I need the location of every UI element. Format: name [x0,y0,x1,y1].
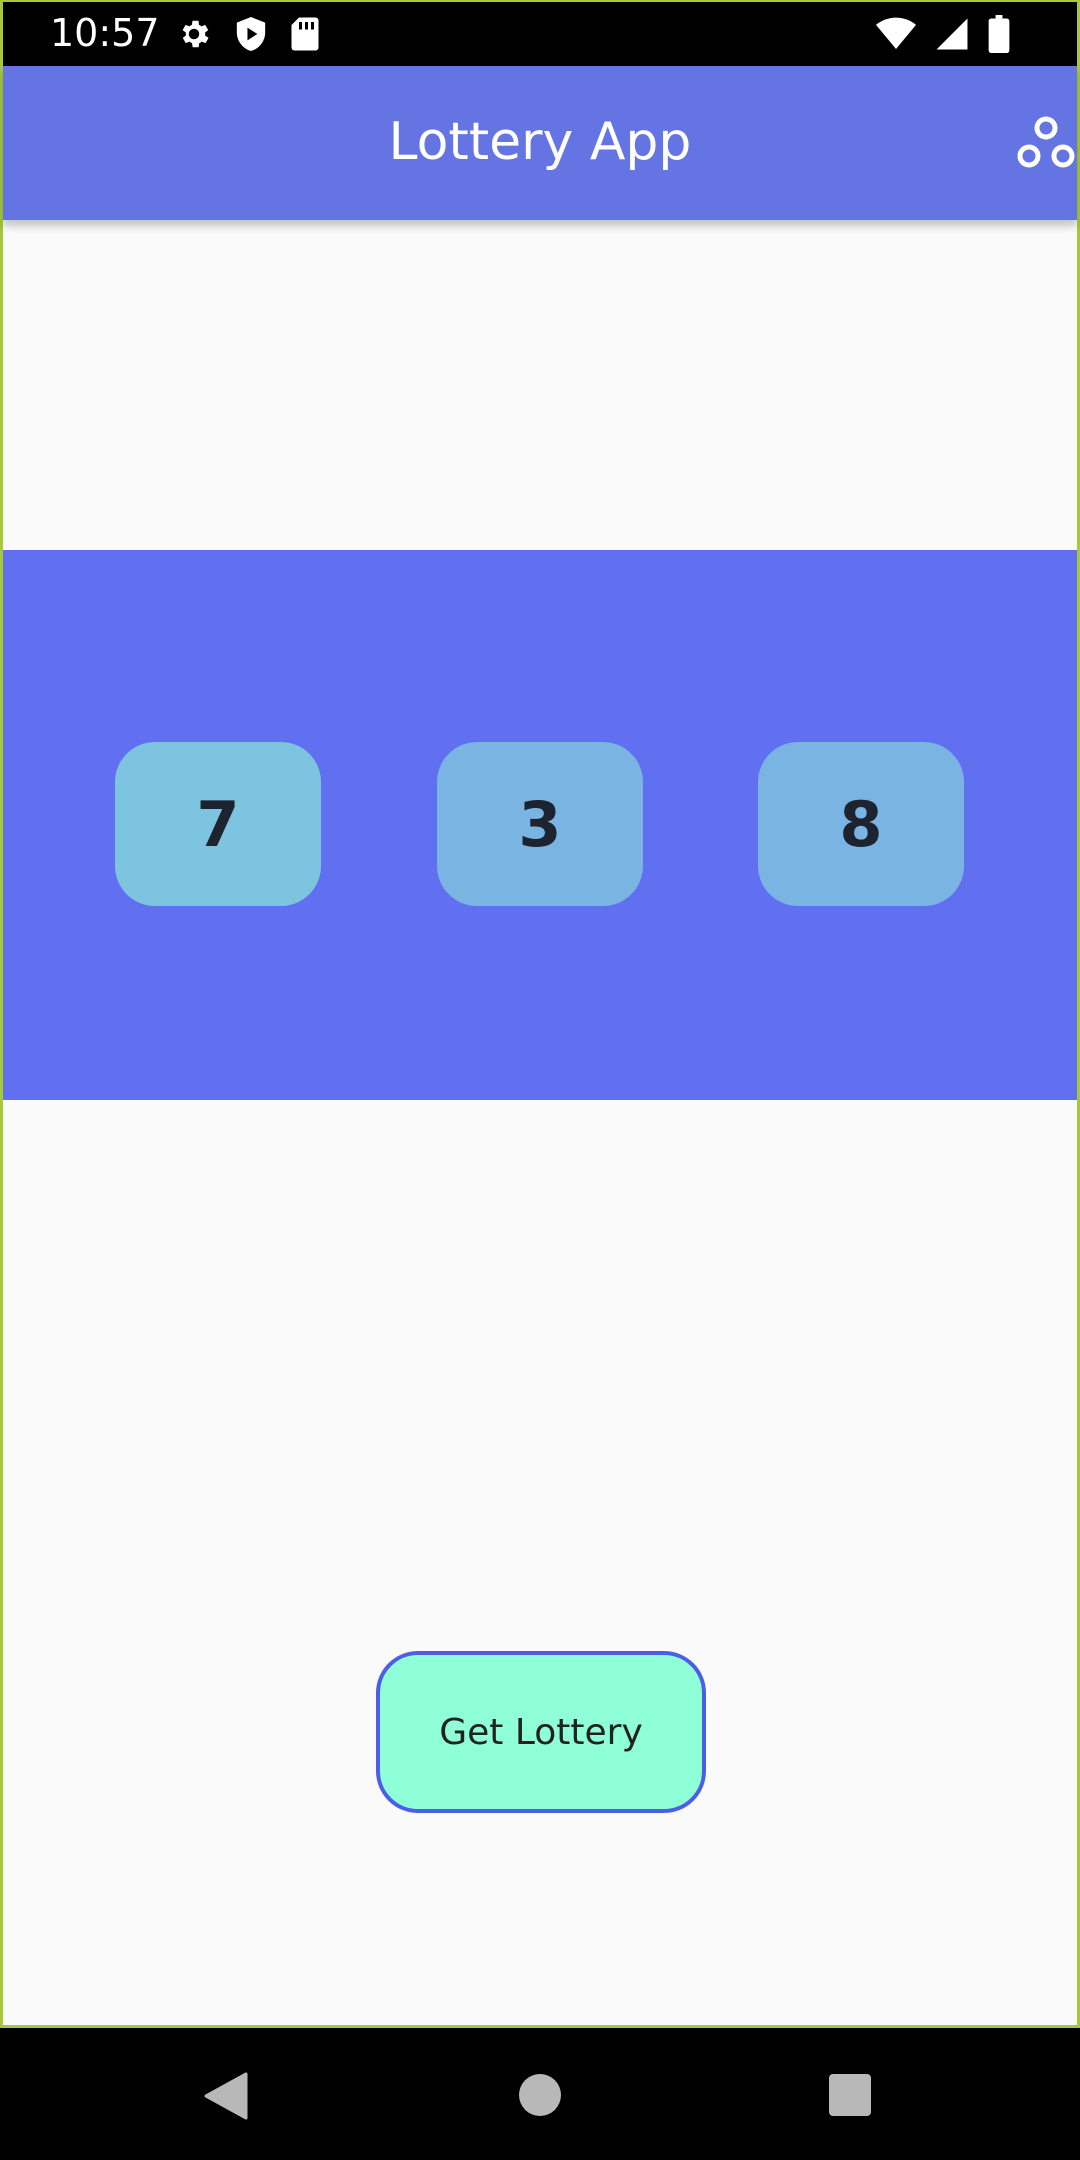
lottery-number-1: 7 [115,742,321,906]
gear-icon [182,20,209,48]
status-bar: 10:57 [0,0,1080,66]
app-bar: Lottery App [3,66,1077,220]
wifi-icon [876,17,916,49]
share-icon [1017,116,1075,168]
status-time: 10:57 [50,11,160,55]
share-button[interactable] [1015,114,1077,176]
navigation-bar [0,2028,1080,2160]
signal-icon [936,18,968,50]
sd-card-icon [291,17,319,51]
status-right-icons [876,14,1010,54]
lottery-number-2: 3 [437,742,643,906]
app-title: Lottery App [388,112,692,172]
home-icon[interactable] [519,2074,561,2116]
back-icon[interactable] [204,2072,248,2120]
status-left-icons [176,14,320,54]
play-protect-icon [236,17,266,51]
get-lottery-button[interactable]: Get Lottery [376,1651,706,1813]
lottery-number-3: 8 [758,742,964,906]
main-content: 7 3 8 Get Lottery [3,220,1077,2026]
battery-icon [988,15,1010,53]
lottery-numbers-panel: 7 3 8 [3,550,1077,1100]
phone-screen: 10:57 Lottery App 7 3 8 Get Lottery [0,0,1080,2160]
recents-icon[interactable] [829,2074,871,2116]
